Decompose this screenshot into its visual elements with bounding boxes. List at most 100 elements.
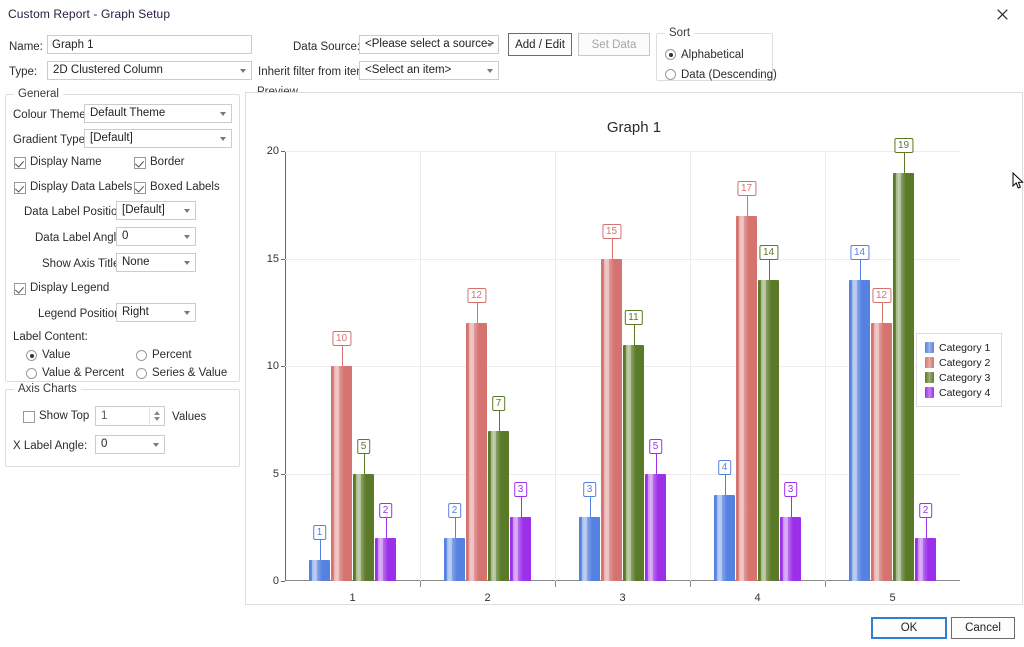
x-label-angle-value: 0 [101, 438, 108, 450]
y-tick-label: 15 [266, 252, 279, 265]
gradient-type-select[interactable]: [Default] [84, 129, 232, 148]
sort-group: Sort Alphabetical Data (Descending) [656, 27, 777, 81]
legend-swatch [925, 342, 934, 353]
border-label[interactable]: Border [150, 156, 185, 168]
data-label-stem [724, 475, 726, 495]
data-label-stem [341, 346, 343, 366]
gradient-type-value: [Default] [90, 132, 133, 144]
data-label-stem [925, 518, 927, 538]
inherit-filter-value: <Select an item> [365, 64, 452, 76]
sort-label-data-descending[interactable]: Data (Descending) [681, 69, 777, 81]
data-label: 14 [849, 245, 870, 260]
label-content-label: Label Content: [13, 331, 88, 343]
show-axis-titles-select[interactable]: None [116, 253, 196, 272]
close-icon[interactable] [980, 0, 1024, 28]
inherit-filter-select[interactable]: <Select an item> [359, 61, 499, 80]
data-label: 11 [624, 309, 643, 325]
data-source-select[interactable]: <Please select a source> [359, 35, 499, 54]
x-label-angle-label: X Label Angle: [13, 440, 88, 452]
legend-item: Category 3 [925, 370, 993, 385]
set-data-button: Set Data [578, 33, 650, 56]
ok-button[interactable]: OK [871, 617, 947, 639]
legend-label: Category 2 [939, 356, 991, 369]
chevron-down-icon [153, 443, 159, 447]
label-content-radio-series-value[interactable] [136, 368, 147, 379]
chart-bar [714, 495, 735, 581]
display-name-checkbox[interactable] [14, 157, 26, 169]
boxed-labels-label[interactable]: Boxed Labels [150, 181, 220, 193]
category-separator [420, 151, 421, 581]
chart-bar [893, 172, 914, 581]
mouse-cursor-icon [1012, 172, 1024, 189]
sort-radio-data-descending[interactable] [665, 69, 676, 80]
type-select[interactable]: 2D Clustered Column [47, 61, 252, 80]
data-label-stem [859, 260, 861, 280]
chevron-down-icon [184, 261, 190, 265]
chart-plot-area: 0 5 10 15 20 1 1 10 5 2 2 2 12 7 3 3 3 15 11 5 4 4 17 14 3 5 14 12 1… [267, 137, 960, 604]
show-top-label[interactable]: Show Top [39, 410, 89, 422]
label-content-label-value-percent[interactable]: Value & Percent [42, 367, 124, 379]
name-input[interactable] [47, 35, 252, 54]
display-data-labels-checkbox[interactable] [14, 182, 26, 194]
x-tick-label: 1 [349, 592, 356, 604]
display-legend-checkbox[interactable] [14, 283, 26, 295]
data-label-stem [520, 496, 522, 517]
x-tick-label: 5 [889, 592, 896, 604]
axis-charts-group: Axis Charts Show Top 1 Values X Label An… [5, 383, 240, 467]
data-label: 12 [466, 288, 487, 303]
stepper-down-icon[interactable] [154, 417, 160, 421]
data-label-position-label: Data Label Position: [24, 206, 127, 218]
colour-theme-select[interactable]: Default Theme [84, 104, 232, 123]
show-top-stepper[interactable]: 1 [95, 406, 165, 426]
display-data-labels-label[interactable]: Display Data Labels [30, 181, 132, 193]
x-label-angle-select[interactable]: 0 [95, 435, 165, 454]
label-content-radio-value-percent[interactable] [26, 368, 37, 379]
cancel-button[interactable]: Cancel [951, 617, 1015, 639]
legend-position-select[interactable]: Right [116, 303, 196, 322]
border-checkbox[interactable] [134, 157, 146, 169]
chart-bar [353, 473, 374, 581]
label-content-label-series-value[interactable]: Series & Value [152, 367, 227, 379]
values-label: Values [172, 411, 207, 423]
legend-item: Category 1 [925, 340, 993, 355]
stepper-up-icon[interactable] [154, 411, 160, 415]
data-source-value: <Please select a source> [365, 38, 495, 50]
boxed-labels-checkbox[interactable] [134, 182, 146, 194]
chart-bar [466, 323, 487, 581]
data-label: 5 [356, 438, 371, 454]
add-edit-button[interactable]: Add / Edit [508, 33, 572, 56]
sort-radio-alphabetical[interactable] [665, 49, 676, 60]
data-label-stem [881, 303, 883, 323]
data-label: 2 [378, 503, 393, 518]
chart-canvas: Graph 1 0 5 10 15 20 1 1 10 5 2 2 2 12 7 3 3 3 15 11 5 4 4 17 1… [250, 97, 1018, 604]
data-label-angle-select[interactable]: 0 [116, 227, 196, 246]
data-label: 17 [736, 180, 757, 196]
data-label-stem [385, 518, 387, 538]
label-content-label-percent[interactable]: Percent [152, 349, 192, 361]
data-label: 14 [758, 245, 779, 260]
data-label: 3 [582, 481, 597, 497]
chevron-down-icon [220, 137, 226, 141]
label-content-radio-value[interactable] [26, 350, 37, 361]
y-tick-mark [281, 366, 285, 367]
data-label-stem [633, 324, 635, 345]
sort-label-alphabetical[interactable]: Alphabetical [681, 49, 744, 61]
data-label-angle-label: Data Label Angle: [35, 232, 126, 244]
general-group-title: General [14, 88, 63, 100]
display-name-label[interactable]: Display Name [30, 156, 102, 168]
show-top-checkbox[interactable] [23, 411, 35, 423]
data-label-position-select[interactable]: [Default] [116, 201, 196, 220]
chart-bar [601, 258, 622, 581]
category-separator [825, 151, 826, 581]
data-source-label: Data Source: [293, 41, 361, 53]
legend-label: Category 1 [939, 341, 991, 354]
data-label-stem [363, 453, 365, 474]
legend-position-value: Right [122, 306, 149, 318]
window-title: Custom Report - Graph Setup [8, 7, 171, 21]
stepper-buttons[interactable] [149, 407, 164, 425]
label-content-radio-percent[interactable] [136, 350, 147, 361]
display-legend-label[interactable]: Display Legend [30, 282, 109, 294]
data-label-stem [611, 238, 613, 259]
label-content-label-value[interactable]: Value [42, 349, 71, 361]
chevron-down-icon [240, 69, 246, 73]
